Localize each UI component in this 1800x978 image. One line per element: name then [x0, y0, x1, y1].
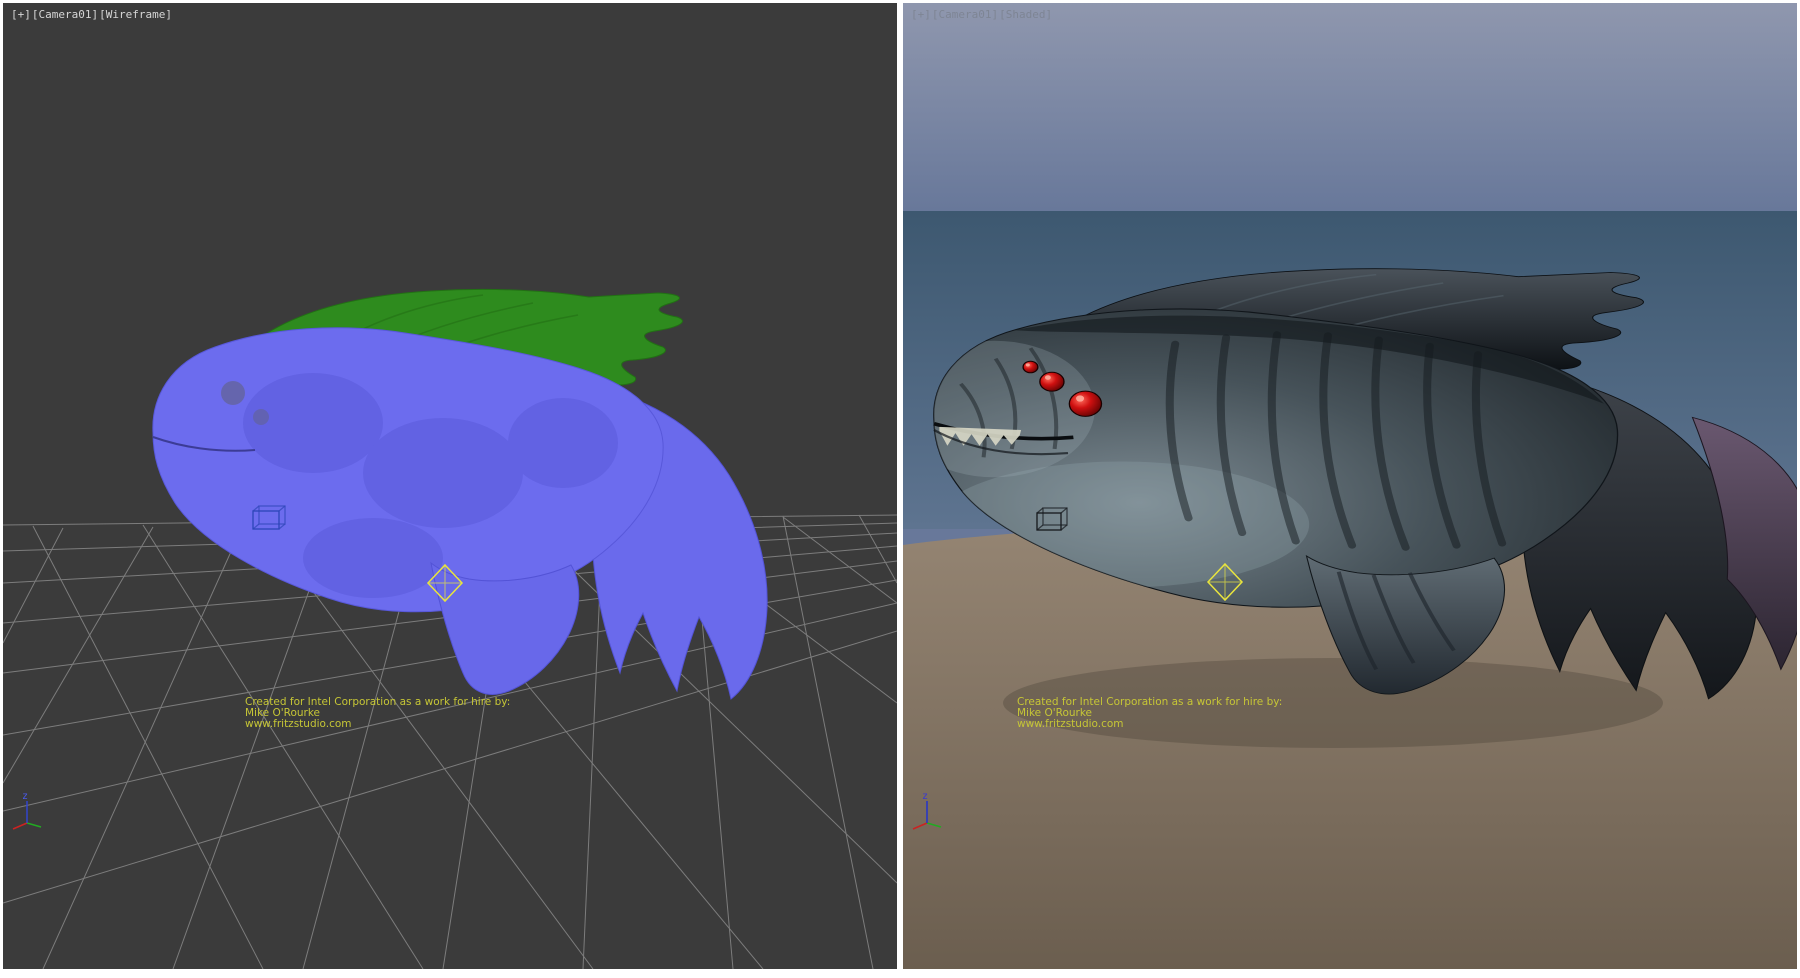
viewport-label: [+][Camera01][Shaded]: [911, 8, 1053, 21]
axis-y-line: [27, 823, 41, 827]
axis-tripod-icon: z: [911, 789, 951, 833]
viewport-canvas-wireframe[interactable]: [3, 3, 897, 969]
viewport-menu-camera[interactable]: [Camera01]: [32, 8, 98, 21]
fish-eye-highlight: [1026, 363, 1030, 366]
viewport-wireframe[interactable]: [+][Camera01][Wireframe]: [3, 3, 897, 969]
axis-x-line: [913, 823, 927, 829]
axis-tripod-icon: z: [11, 789, 51, 833]
viewport-menu-shading[interactable]: [Shaded]: [999, 8, 1052, 21]
axis-z-label: z: [922, 791, 928, 802]
viewport-menu-general[interactable]: [+]: [11, 8, 31, 21]
axis-x-line: [13, 823, 27, 829]
fish-eye-highlight: [1045, 375, 1051, 380]
viewport-label: [+][Camera01][Wireframe]: [11, 8, 173, 21]
sky: [903, 3, 1797, 211]
fish-eye: [1069, 391, 1101, 416]
viewport-menu-shading[interactable]: [Wireframe]: [99, 8, 172, 21]
viewport-canvas-shaded[interactable]: [903, 3, 1797, 969]
fish-eye-highlight: [1076, 395, 1084, 401]
axis-y-line: [927, 823, 941, 827]
fish-shadow: [1003, 658, 1663, 748]
axis-z-label: z: [22, 791, 28, 802]
viewport-menu-general[interactable]: [+]: [911, 8, 931, 21]
viewport-menu-camera[interactable]: [Camera01]: [932, 8, 998, 21]
fish-eye: [1040, 372, 1064, 391]
fish-eye-spot: [221, 381, 245, 405]
fish-eye: [1023, 361, 1038, 373]
viewport-shaded[interactable]: [+][Camera01][Shaded]: [903, 3, 1797, 969]
fish-eye-spot: [253, 409, 269, 425]
